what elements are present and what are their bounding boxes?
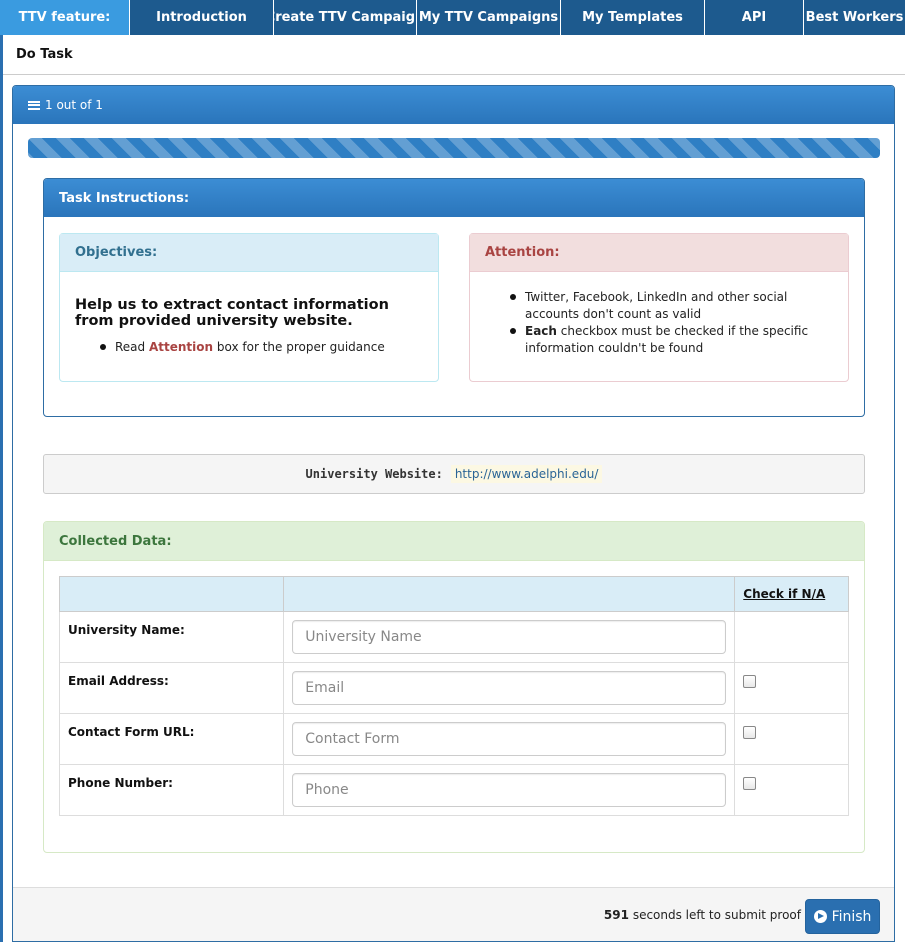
objectives-list-item: Read Attention box for the proper guidan… [100,340,385,354]
bullet-icon [100,343,106,350]
email-na-checkbox[interactable] [743,675,757,688]
tab-my-ttv-campaigns[interactable]: My TTV Campaigns [417,0,561,35]
task-instructions-panel: Task Instructions: Objectives: Help us t… [43,178,865,417]
progress-bar [28,138,880,158]
university-website-link[interactable]: http://www.adelphi.edu/ [450,465,603,483]
tasks-icon [28,100,40,110]
task-counter: 1 out of 1 [45,98,103,112]
table-row: Email Address: [58,662,849,714]
page-title[interactable]: Do Task [16,47,73,62]
tab-api[interactable]: API [705,0,804,35]
table-row: Phone Number: [58,764,849,816]
header-cell-label [58,576,285,612]
task-footer: 591 seconds left to submit proof Finish [13,887,894,941]
university-website-label: University Website: [305,467,443,481]
contact-form-input[interactable] [292,722,727,756]
seconds-left-count: 591 [603,908,629,922]
contact-form-cell [283,713,736,765]
tab-create-ttv-campaign[interactable]: Create TTV Campaign [274,0,417,35]
seconds-left-label: seconds left to submit proof [632,908,801,922]
objectives-headline: Help us to extract contact information f… [75,297,389,329]
collected-data-table: Check if N/A University Name: Email Addr… [58,576,849,816]
attention-highlight: Attention [148,340,214,354]
top-nav: TTV feature: Introduction Create TTV Cam… [0,0,905,35]
attention-list: Twitter, Facebook, LinkedIn and other so… [510,289,840,357]
bullet-icon [510,294,516,300]
finish-button-label: Finish [831,908,872,925]
university-name-label: University Name: [58,611,285,663]
attention-item-social: Twitter, Facebook, LinkedIn and other so… [510,289,840,323]
phone-cell [283,764,736,816]
task-instructions-title: Task Instructions: [44,179,864,217]
phone-na-checkbox[interactable] [743,777,757,790]
email-input[interactable] [292,671,727,705]
tab-best-workers[interactable]: Best Workers [804,0,905,35]
attention-item-social-text: Twitter, Facebook, LinkedIn and other so… [525,290,788,321]
objectives-item-prefix: Read [115,340,146,354]
tab-ttv-feature[interactable]: TTV feature: [0,0,130,35]
contact-form-label: Contact Form URL: [58,713,285,765]
sub-nav: Do Task [3,35,905,75]
attention-item-checkbox-text: checkbox must be checked if the specific… [525,324,809,355]
university-name-na-cell [734,611,849,663]
timer-text: 591 seconds left to submit proof [604,908,801,922]
task-panel-header: 1 out of 1 [13,86,894,124]
tab-my-templates[interactable]: My Templates [561,0,705,35]
objectives-item-suffix: box for the proper guidance [216,340,385,354]
header-cell-na: Check if N/A [734,576,849,612]
attention-item-checkbox: Each checkbox must be checked if the spe… [510,323,840,357]
header-cell-field [283,576,736,612]
email-cell [283,662,736,714]
objectives-title: Objectives: [60,234,438,272]
email-address-label: Email Address: [58,662,285,714]
collected-data-panel: Collected Data: Check if N/A University … [43,521,865,853]
email-na-cell [734,662,849,714]
phone-number-label: Phone Number: [58,764,285,816]
university-website-bar: University Website: http://www.adelphi.e… [43,454,865,494]
finish-button[interactable]: Finish [805,899,880,934]
objectives-panel: Objectives: Help us to extract contact i… [59,233,439,382]
collected-data-title: Collected Data: [44,522,864,561]
attention-item-checkbox-bold: Each [525,324,557,338]
phone-input[interactable] [292,773,727,807]
bullet-icon [510,328,516,334]
contact-form-na-checkbox[interactable] [743,726,757,739]
phone-na-cell [734,764,849,816]
table-header-row: Check if N/A [58,576,849,612]
arrow-right-circle-icon [813,910,827,923]
left-edge-bar [0,35,3,942]
table-row: University Name: [58,611,849,663]
tab-introduction[interactable]: Introduction [130,0,274,35]
table-row: Contact Form URL: [58,713,849,765]
task-panel: 1 out of 1 Task Instructions: Objectives… [12,85,895,942]
attention-panel: Attention: Twitter, Facebook, LinkedIn a… [469,233,849,382]
attention-title: Attention: [470,234,848,272]
university-name-cell [283,611,736,663]
university-name-input[interactable] [292,620,727,654]
contact-form-na-cell [734,713,849,765]
